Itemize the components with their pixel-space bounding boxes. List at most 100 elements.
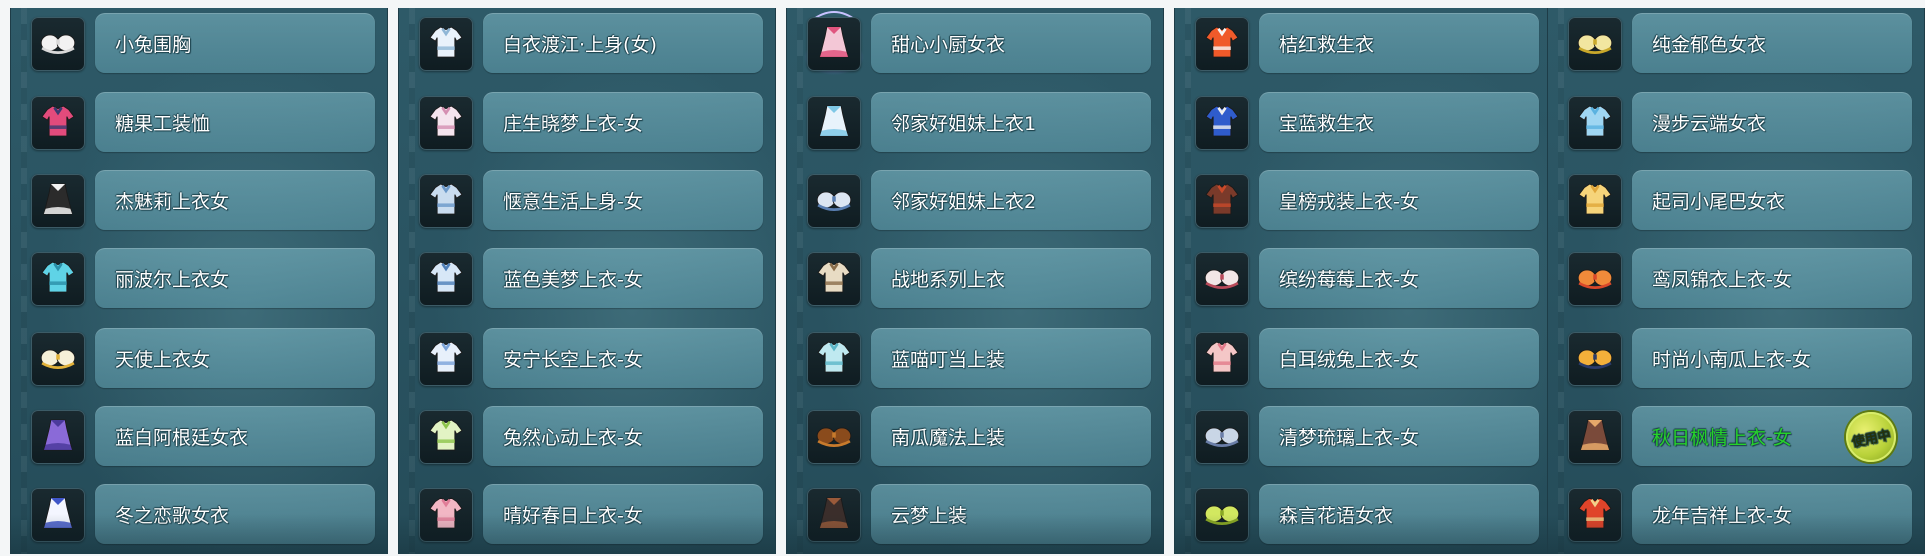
item-slot[interactable]	[31, 17, 85, 71]
wardrobe-item[interactable]: 森言花语女衣	[1175, 484, 1551, 544]
item-slot[interactable]	[1568, 96, 1622, 150]
item-slot[interactable]	[419, 17, 473, 71]
item-name-label[interactable]: 邻家好姐妹上衣1	[871, 92, 1151, 152]
item-slot[interactable]	[1195, 174, 1249, 228]
wardrobe-item[interactable]: 糖果工装恤	[11, 92, 387, 152]
item-name-label[interactable]: 庄生晓梦上衣-女	[483, 92, 763, 152]
item-name-label[interactable]: 纯金郁色女衣	[1632, 13, 1912, 73]
item-slot[interactable]	[419, 488, 473, 542]
item-name-label[interactable]: 时尚小南瓜上衣-女	[1632, 328, 1912, 388]
item-name-label[interactable]: 冬之恋歌女衣	[95, 484, 375, 544]
item-name-label[interactable]: 清梦琉璃上衣-女	[1259, 406, 1539, 466]
wardrobe-item[interactable]: 白衣渡江·上身(女)	[399, 13, 775, 73]
item-name-label[interactable]: 起司小尾巴女衣	[1632, 170, 1912, 230]
item-slot[interactable]	[1568, 410, 1622, 464]
item-slot[interactable]	[419, 174, 473, 228]
item-name-label[interactable]: 云梦上装	[871, 484, 1151, 544]
item-slot[interactable]	[1568, 17, 1622, 71]
item-slot[interactable]	[31, 488, 85, 542]
wardrobe-item[interactable]: 蓝色美梦上衣-女	[399, 248, 775, 308]
item-slot[interactable]	[807, 174, 861, 228]
wardrobe-item[interactable]: 漫步云端女衣	[1548, 92, 1924, 152]
item-slot[interactable]	[1195, 252, 1249, 306]
item-slot[interactable]	[419, 410, 473, 464]
item-slot[interactable]	[1195, 410, 1249, 464]
wardrobe-item[interactable]: 宝蓝救生衣	[1175, 92, 1551, 152]
wardrobe-item[interactable]: 鸾凤锦衣上衣-女	[1548, 248, 1924, 308]
item-name-label[interactable]: 晴好春日上衣-女	[483, 484, 763, 544]
item-slot[interactable]	[31, 410, 85, 464]
item-name-label[interactable]: 兔然心动上衣-女	[483, 406, 763, 466]
wardrobe-item[interactable]: 甜心小厨女衣	[787, 11, 1163, 75]
wardrobe-item[interactable]: 兔然心动上衣-女	[399, 406, 775, 466]
item-slot[interactable]	[31, 174, 85, 228]
wardrobe-item[interactable]: 起司小尾巴女衣	[1548, 170, 1924, 230]
item-slot[interactable]	[807, 17, 861, 71]
item-slot[interactable]	[807, 252, 861, 306]
item-name-label[interactable]: 甜心小厨女衣	[871, 13, 1151, 73]
wardrobe-item[interactable]: 时尚小南瓜上衣-女	[1548, 328, 1924, 388]
item-name-label[interactable]: 安宁长空上衣-女	[483, 328, 763, 388]
item-name-label[interactable]: 秋日枫情上衣-女 使用中	[1632, 406, 1912, 467]
item-name-label[interactable]: 白耳绒兔上衣-女	[1259, 328, 1539, 388]
item-slot[interactable]	[807, 410, 861, 464]
item-name-label[interactable]: 蓝喵叮当上装	[871, 328, 1151, 388]
wardrobe-item[interactable]: 缤纷莓莓上衣-女	[1175, 248, 1551, 308]
wardrobe-item[interactable]: 蓝喵叮当上装	[787, 328, 1163, 388]
wardrobe-item[interactable]: 邻家好姐妹上衣2	[787, 170, 1163, 230]
wardrobe-item[interactable]: 桔红救生衣	[1175, 13, 1551, 73]
item-name-label[interactable]: 漫步云端女衣	[1632, 92, 1912, 152]
item-slot[interactable]	[1195, 332, 1249, 386]
wardrobe-item[interactable]: 云梦上装	[787, 484, 1163, 544]
wardrobe-item[interactable]: 邻家好姐妹上衣1	[787, 92, 1163, 152]
wardrobe-item[interactable]: 蓝白阿根廷女衣	[11, 406, 387, 466]
item-slot[interactable]	[1568, 174, 1622, 228]
wardrobe-item[interactable]: 晴好春日上衣-女	[399, 484, 775, 544]
item-name-label[interactable]: 宝蓝救生衣	[1259, 92, 1539, 152]
item-slot[interactable]	[419, 96, 473, 150]
wardrobe-item[interactable]: 秋日枫情上衣-女 使用中	[1548, 406, 1924, 467]
wardrobe-item[interactable]: 战地系列上衣	[787, 248, 1163, 308]
wardrobe-item[interactable]: 清梦琉璃上衣-女	[1175, 406, 1551, 466]
item-name-label[interactable]: 桔红救生衣	[1259, 13, 1539, 73]
item-name-label[interactable]: 糖果工装恤	[95, 92, 375, 152]
item-slot[interactable]	[1195, 96, 1249, 150]
wardrobe-item[interactable]: 安宁长空上衣-女	[399, 328, 775, 388]
item-name-label[interactable]: 惬意生活上身-女	[483, 170, 763, 230]
item-slot[interactable]	[1568, 252, 1622, 306]
item-slot[interactable]	[31, 252, 85, 306]
item-slot[interactable]	[807, 96, 861, 150]
item-name-label[interactable]: 丽波尔上衣女	[95, 248, 375, 308]
item-name-label[interactable]: 战地系列上衣	[871, 248, 1151, 308]
item-slot[interactable]	[807, 488, 861, 542]
item-name-label[interactable]: 天使上衣女	[95, 328, 375, 388]
wardrobe-item[interactable]: 庄生晓梦上衣-女	[399, 92, 775, 152]
wardrobe-item[interactable]: 龙年吉祥上衣-女	[1548, 484, 1924, 544]
item-name-label[interactable]: 森言花语女衣	[1259, 484, 1539, 544]
wardrobe-item[interactable]: 皇榜戎装上衣-女	[1175, 170, 1551, 230]
item-name-label[interactable]: 小兔围胸	[95, 13, 375, 73]
item-name-label[interactable]: 缤纷莓莓上衣-女	[1259, 248, 1539, 308]
item-name-label[interactable]: 南瓜魔法上装	[871, 406, 1151, 466]
wardrobe-item[interactable]: 天使上衣女	[11, 328, 387, 388]
item-slot[interactable]	[31, 332, 85, 386]
wardrobe-item[interactable]: 白耳绒兔上衣-女	[1175, 328, 1551, 388]
item-name-label[interactable]: 皇榜戎装上衣-女	[1259, 170, 1539, 230]
item-slot[interactable]	[807, 332, 861, 386]
item-name-label[interactable]: 白衣渡江·上身(女)	[483, 13, 763, 73]
wardrobe-item[interactable]: 杰魅莉上衣女	[11, 170, 387, 230]
item-slot[interactable]	[419, 252, 473, 306]
item-slot[interactable]	[31, 96, 85, 150]
item-name-label[interactable]: 龙年吉祥上衣-女	[1632, 484, 1912, 544]
item-name-label[interactable]: 鸾凤锦衣上衣-女	[1632, 248, 1912, 308]
wardrobe-item[interactable]: 纯金郁色女衣	[1548, 13, 1924, 73]
wardrobe-item[interactable]: 冬之恋歌女衣	[11, 484, 387, 544]
wardrobe-item[interactable]: 小兔围胸	[11, 13, 387, 73]
item-name-label[interactable]: 杰魅莉上衣女	[95, 170, 375, 230]
item-name-label[interactable]: 蓝白阿根廷女衣	[95, 406, 375, 466]
item-slot[interactable]	[1195, 488, 1249, 542]
item-slot[interactable]	[1195, 17, 1249, 71]
wardrobe-item[interactable]: 惬意生活上身-女	[399, 170, 775, 230]
item-name-label[interactable]: 蓝色美梦上衣-女	[483, 248, 763, 308]
wardrobe-item[interactable]: 丽波尔上衣女	[11, 248, 387, 308]
